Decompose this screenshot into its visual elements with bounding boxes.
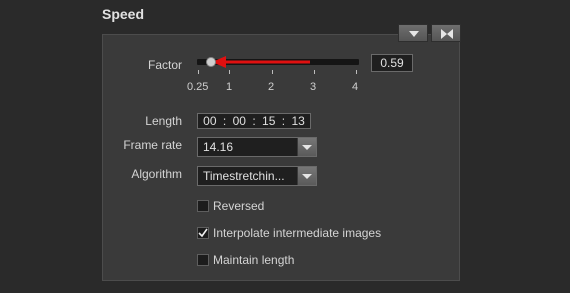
- triangle-down-icon: [409, 31, 419, 37]
- frame-rate-combobox[interactable]: 14.16: [197, 137, 317, 157]
- arrow-annotation: [212, 56, 310, 68]
- timecode-separator: :: [281, 114, 286, 128]
- interpolate-label[interactable]: Interpolate intermediate images: [213, 226, 381, 240]
- timecode-separator: :: [222, 114, 227, 128]
- factor-label: Factor: [147, 58, 182, 72]
- algorithm-select[interactable]: Timestretchin...: [197, 166, 317, 186]
- maintain-length-label[interactable]: Maintain length: [213, 253, 294, 267]
- length-timecode-field[interactable]: 00 : 00 : 15 : 13: [197, 113, 311, 129]
- timecode-separator: :: [252, 114, 256, 128]
- factor-slider-thumb[interactable]: [206, 57, 216, 67]
- timecode-frames[interactable]: 13: [291, 114, 304, 128]
- tick-mark: [198, 70, 199, 74]
- tick-mark: [314, 70, 315, 74]
- frame-rate-value: 14.16: [203, 140, 234, 154]
- frame-rate-label: Frame rate: [123, 138, 182, 152]
- tick-label: 1: [226, 81, 233, 93]
- algorithm-label: Algorithm: [131, 167, 182, 181]
- length-label: Length: [145, 114, 182, 128]
- fit-button[interactable]: [431, 24, 461, 42]
- timecode-seconds[interactable]: 15: [262, 114, 275, 128]
- bowtie-icon: [441, 29, 453, 39]
- tick-mark: [272, 70, 273, 74]
- chevron-down-icon: [302, 174, 312, 179]
- tick-mark: [356, 70, 357, 74]
- tick-mark: [229, 70, 230, 74]
- dropdown-button[interactable]: [297, 138, 316, 156]
- factor-value-field[interactable]: 0.59: [371, 54, 413, 72]
- timecode-minutes[interactable]: 00: [233, 114, 246, 128]
- algorithm-value: Timestretchin...: [203, 169, 285, 183]
- maintain-length-checkbox[interactable]: [197, 254, 209, 266]
- timecode-hours[interactable]: 00: [203, 114, 216, 128]
- tick-label: 4: [352, 81, 359, 93]
- tick-label: 2: [268, 81, 275, 93]
- reversed-label[interactable]: Reversed: [213, 199, 264, 213]
- tick-label: 3: [310, 81, 317, 93]
- checkmark-icon: [198, 228, 208, 238]
- collapse-button[interactable]: [398, 24, 428, 42]
- dropdown-button[interactable]: [297, 167, 316, 185]
- section-title: Speed: [102, 6, 145, 22]
- tick-label: 0.25: [187, 81, 209, 93]
- reversed-checkbox[interactable]: [197, 200, 209, 212]
- interpolate-checkbox[interactable]: [197, 227, 209, 239]
- chevron-down-icon: [302, 145, 312, 150]
